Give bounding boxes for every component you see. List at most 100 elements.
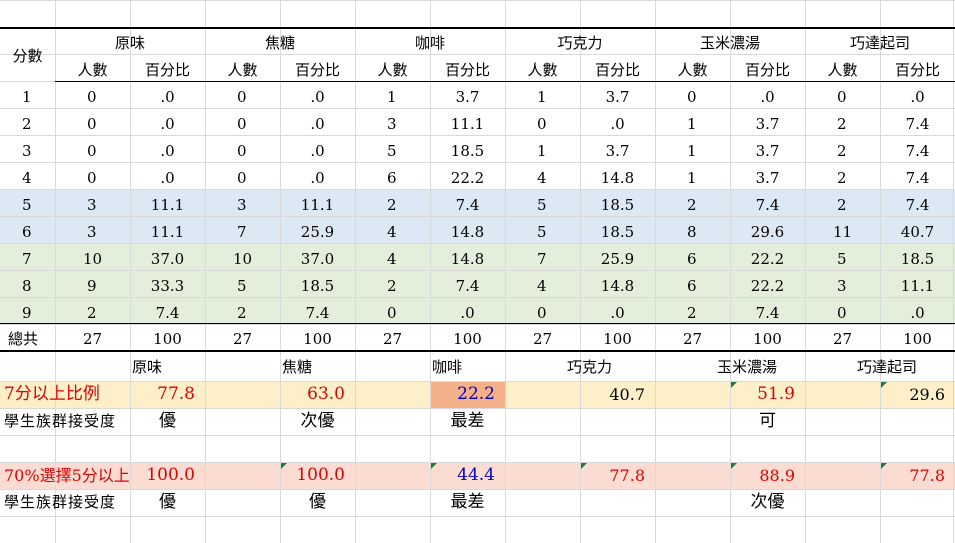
table-cell[interactable]: 0 — [505, 111, 580, 138]
acceptance-corn-soup[interactable]: 可 — [730, 408, 805, 435]
table-cell[interactable]: 2 — [655, 192, 730, 219]
table-cell[interactable]: 3.7 — [730, 138, 805, 165]
total-cell[interactable]: 27 — [205, 326, 280, 353]
table-cell[interactable]: 2 — [805, 138, 880, 165]
table-cell[interactable]: 1 — [655, 165, 730, 192]
comment-marker-icon[interactable] — [731, 382, 737, 388]
table-cell[interactable]: .0 — [580, 300, 655, 327]
table-cell[interactable]: 0 — [805, 300, 880, 327]
table-cell[interactable]: 3 — [55, 192, 130, 219]
comment-marker-icon[interactable] — [281, 463, 287, 469]
table-cell[interactable]: 1 — [505, 84, 580, 111]
table-cell[interactable]: 5 — [505, 192, 580, 219]
table-cell[interactable]: 5 — [505, 219, 580, 246]
comment-marker-icon[interactable] — [881, 382, 887, 388]
table-cell[interactable]: 5 — [205, 273, 280, 300]
table-cell[interactable]: 7 — [505, 246, 580, 273]
acceptance-plain[interactable]: 優 — [130, 489, 205, 516]
table-cell[interactable]: .0 — [130, 138, 205, 165]
seven-up-value-plain[interactable]: 77.8 — [130, 381, 205, 408]
table-cell[interactable]: 0 — [505, 300, 580, 327]
table-cell[interactable]: 3.7 — [580, 138, 655, 165]
acceptance-plain[interactable]: 優 — [130, 408, 205, 435]
table-cell[interactable]: 7.4 — [880, 192, 955, 219]
comment-marker-icon[interactable] — [731, 463, 737, 469]
seven-up-value-coffee[interactable]: 22.2 — [430, 381, 505, 408]
table-cell[interactable]: 11.1 — [280, 192, 355, 219]
acceptance-cheddar[interactable] — [880, 408, 955, 435]
table-cell[interactable]: 5 — [355, 138, 430, 165]
table-cell[interactable]: 37.0 — [280, 246, 355, 273]
five-up-value-cheddar[interactable]: 77.8 — [880, 462, 955, 489]
table-cell[interactable]: .0 — [880, 84, 955, 111]
table-cell[interactable]: 22.2 — [730, 246, 805, 273]
total-cell[interactable]: 27 — [505, 326, 580, 353]
total-cell[interactable]: 100 — [430, 326, 505, 353]
acceptance-caramel[interactable]: 次優 — [280, 408, 355, 435]
comment-marker-icon[interactable] — [881, 463, 887, 469]
total-cell[interactable]: 100 — [280, 326, 355, 353]
five-up-value-chocolate[interactable]: 77.8 — [580, 462, 655, 489]
table-cell[interactable]: 4 — [505, 165, 580, 192]
table-cell[interactable]: 18.5 — [880, 246, 955, 273]
table-cell[interactable]: 0 — [205, 165, 280, 192]
five-up-value-caramel[interactable]: 100.0 — [280, 462, 355, 489]
total-cell[interactable]: 100 — [130, 326, 205, 353]
table-cell[interactable]: 3.7 — [580, 84, 655, 111]
table-cell[interactable]: 0 — [655, 84, 730, 111]
table-cell[interactable]: 0 — [205, 138, 280, 165]
total-cell[interactable]: 100 — [730, 326, 805, 353]
table-cell[interactable]: 2 — [355, 273, 430, 300]
five-up-value-corn-soup[interactable]: 88.9 — [730, 462, 805, 489]
total-cell[interactable]: 27 — [355, 326, 430, 353]
table-cell[interactable]: 14.8 — [430, 219, 505, 246]
table-cell[interactable]: 7.4 — [430, 273, 505, 300]
table-cell[interactable]: 33.3 — [130, 273, 205, 300]
table-cell[interactable]: 0 — [205, 84, 280, 111]
table-cell[interactable]: 11.1 — [880, 273, 955, 300]
table-cell[interactable]: 25.9 — [580, 246, 655, 273]
table-cell[interactable]: 6 — [355, 165, 430, 192]
seven-up-value-caramel[interactable]: 63.0 — [280, 381, 355, 408]
table-cell[interactable]: 2 — [205, 300, 280, 327]
table-cell[interactable]: 7.4 — [280, 300, 355, 327]
total-cell[interactable]: 27 — [655, 326, 730, 353]
table-cell[interactable]: 4 — [355, 246, 430, 273]
acceptance-caramel[interactable]: 優 — [280, 489, 355, 516]
table-cell[interactable]: .0 — [130, 111, 205, 138]
table-cell[interactable]: 0 — [55, 138, 130, 165]
table-cell[interactable]: .0 — [730, 84, 805, 111]
table-cell[interactable]: 0 — [805, 84, 880, 111]
table-cell[interactable]: .0 — [280, 111, 355, 138]
table-cell[interactable]: 37.0 — [130, 246, 205, 273]
table-cell[interactable]: 7.4 — [880, 138, 955, 165]
table-cell[interactable]: 29.6 — [730, 219, 805, 246]
table-cell[interactable]: 7.4 — [730, 192, 805, 219]
table-cell[interactable]: 22.2 — [730, 273, 805, 300]
table-cell[interactable]: 0 — [55, 111, 130, 138]
total-cell[interactable]: 100 — [580, 326, 655, 353]
table-cell[interactable]: 3.7 — [730, 111, 805, 138]
table-cell[interactable]: 2 — [805, 165, 880, 192]
five-up-value-coffee[interactable]: 44.4 — [430, 462, 505, 489]
table-cell[interactable]: 2 — [55, 300, 130, 327]
table-cell[interactable]: 0 — [55, 165, 130, 192]
table-cell[interactable]: .0 — [880, 300, 955, 327]
table-cell[interactable]: 7.4 — [880, 111, 955, 138]
acceptance-coffee[interactable]: 最差 — [430, 489, 505, 516]
table-cell[interactable]: .0 — [130, 84, 205, 111]
table-cell[interactable]: 2 — [355, 192, 430, 219]
table-cell[interactable]: 22.2 — [430, 165, 505, 192]
table-cell[interactable]: 7.4 — [880, 165, 955, 192]
table-cell[interactable]: 7.4 — [430, 192, 505, 219]
spreadsheet-sheet[interactable]: 分數 原味 焦糖 咖啡 巧克力 玉米濃湯 巧達起司 人數 百分比 人數 百分比 … — [0, 0, 955, 543]
table-cell[interactable]: 8 — [655, 219, 730, 246]
table-cell[interactable]: 6 — [655, 273, 730, 300]
table-cell[interactable]: 5 — [805, 246, 880, 273]
acceptance-cheddar[interactable] — [880, 489, 955, 516]
comment-marker-icon[interactable] — [581, 463, 587, 469]
seven-up-value-cheddar[interactable]: 29.6 — [880, 381, 955, 408]
table-cell[interactable]: 6 — [655, 246, 730, 273]
comment-marker-icon[interactable] — [431, 463, 437, 469]
table-cell[interactable]: 7.4 — [730, 300, 805, 327]
